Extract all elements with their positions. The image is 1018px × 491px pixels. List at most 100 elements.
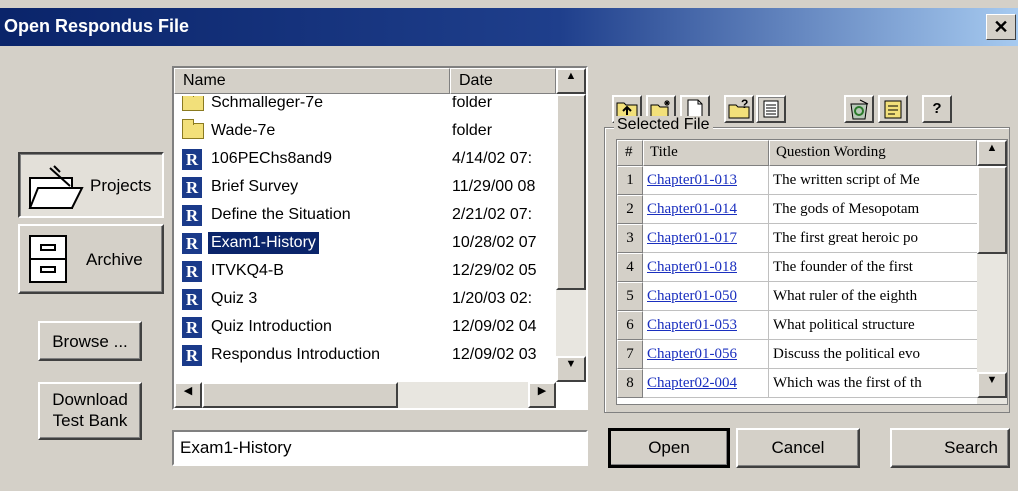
respondus-file-icon: R — [182, 149, 202, 170]
question-title-link[interactable]: Chapter01-053 — [643, 311, 769, 340]
grid-scroll-down-button[interactable]: ▼ — [977, 372, 1007, 398]
file-list-vscrollbar[interactable]: ▲ ▼ — [556, 68, 586, 382]
title-bar: Open Respondus File ✕ — [0, 8, 1018, 46]
properties-button[interactable] — [878, 95, 908, 123]
scroll-left-button[interactable]: ◀ — [174, 382, 202, 408]
file-name: Quiz Introduction — [211, 318, 332, 335]
projects-button[interactable]: Projects — [18, 152, 164, 218]
search-button[interactable]: Search — [890, 428, 1010, 468]
scroll-up-button[interactable]: ▲ — [556, 68, 586, 94]
close-button[interactable]: ✕ — [986, 14, 1016, 40]
file-name: Exam1-History — [208, 232, 319, 254]
folder-icon — [182, 119, 204, 139]
scroll-down-button[interactable]: ▼ — [556, 356, 586, 382]
file-row[interactable]: R Quiz 3 1/20/03 02: — [174, 288, 556, 310]
scroll-right-button[interactable]: ▶ — [528, 382, 556, 408]
file-row[interactable]: R ITVKQ4-B 12/29/02 05 — [174, 260, 556, 282]
file-row[interactable]: Wade-7e folder — [174, 119, 556, 142]
open-button[interactable]: Open — [608, 428, 730, 468]
respondus-file-icon: R — [182, 177, 202, 198]
recycle-button[interactable] — [844, 95, 874, 123]
file-list-hscrollbar[interactable]: ◀ ▶ — [174, 382, 556, 408]
selected-file-label: Selected File — [614, 116, 713, 134]
arrow-left-icon: ◀ — [183, 385, 193, 397]
file-date: 11/29/00 08 — [452, 178, 536, 195]
help-folder-icon: ? — [728, 97, 750, 119]
details-view-button[interactable] — [756, 95, 786, 123]
question-title-link[interactable]: Chapter01-050 — [643, 282, 769, 311]
question-title-link[interactable]: Chapter01-056 — [643, 340, 769, 369]
grid-header-wording[interactable]: Question Wording — [769, 140, 977, 166]
help-button[interactable]: ? — [922, 95, 952, 123]
file-date: 1/20/03 02: — [452, 290, 533, 307]
file-row[interactable]: R Quiz Introduction 12/09/02 04 — [174, 316, 556, 338]
file-date: 12/29/02 05 — [452, 262, 537, 279]
scroll-thumb[interactable] — [556, 94, 586, 290]
filename-input[interactable] — [172, 430, 588, 466]
grid-header-title[interactable]: Title — [643, 140, 769, 166]
question-row[interactable]: 8 Chapter02-004 Which was the first of th — [617, 369, 977, 398]
question-wording: What political structure — [769, 311, 977, 340]
cancel-label: Cancel — [771, 438, 825, 457]
cancel-button[interactable]: Cancel — [736, 428, 860, 468]
properties-icon — [884, 100, 902, 119]
file-name: Define the Situation — [211, 206, 351, 223]
download-test-bank-button[interactable]: Download Test Bank — [38, 382, 142, 440]
question-title-link[interactable]: Chapter01-013 — [643, 166, 769, 195]
question-wording: Which was the first of th — [769, 369, 977, 398]
question-row[interactable]: 3 Chapter01-017 The first great heroic po — [617, 224, 977, 253]
file-date: 12/09/02 03 — [452, 346, 537, 363]
recycle-icon — [850, 99, 869, 120]
file-row[interactable]: R Exam1-History 10/28/02 07 — [174, 232, 556, 254]
question-number: 6 — [617, 311, 643, 340]
arrow-down-icon: ▼ — [565, 358, 577, 370]
grid-header-num[interactable]: # — [617, 140, 643, 166]
respondus-file-icon: R — [182, 261, 202, 282]
browse-label: Browse ... — [52, 332, 128, 351]
browse-button[interactable]: Browse ... — [38, 321, 142, 361]
window-title: Open Respondus File — [4, 16, 190, 36]
question-row[interactable]: 1 Chapter01-013 The written script of Me — [617, 166, 977, 195]
projects-label: Projects — [90, 176, 152, 195]
hscroll-thumb[interactable] — [202, 382, 398, 408]
file-rows: Schmalleger-7e folder Wade-7e folder R 106PEC… — [174, 96, 556, 380]
respondus-file-icon: R — [182, 317, 202, 338]
question-row[interactable]: 2 Chapter01-014 The gods of Mesopotam — [617, 195, 977, 224]
question-number: 2 — [617, 195, 643, 224]
question-row[interactable]: 4 Chapter01-018 The founder of the first — [617, 253, 977, 282]
question-wording: The written script of Me — [769, 166, 977, 195]
question-wording: Discuss the political evo — [769, 340, 977, 369]
file-row[interactable]: R Brief Survey 11/29/00 08 — [174, 176, 556, 198]
question-number: 7 — [617, 340, 643, 369]
open-label: Open — [648, 438, 690, 457]
question-title-link[interactable]: Chapter01-017 — [643, 224, 769, 253]
grid-vscrollbar[interactable]: ▲ ▼ — [977, 140, 1007, 404]
column-header-date[interactable]: Date — [450, 68, 556, 94]
help-icon: ? — [932, 100, 942, 117]
question-title-link[interactable]: Chapter01-014 — [643, 195, 769, 224]
column-header-name[interactable]: Name — [174, 68, 450, 94]
grid-scroll-up-button[interactable]: ▲ — [977, 140, 1007, 166]
file-row[interactable]: R Define the Situation 2/21/02 07: — [174, 204, 556, 226]
question-title-link[interactable]: Chapter01-018 — [643, 253, 769, 282]
file-date: folder — [452, 96, 493, 111]
question-title-link[interactable]: Chapter02-004 — [643, 369, 769, 398]
question-row[interactable]: 5 Chapter01-050 What ruler of the eighth — [617, 282, 977, 311]
file-row[interactable]: R Respondus Introduction 12/09/02 03 — [174, 344, 556, 366]
grid-scroll-thumb[interactable] — [977, 166, 1007, 254]
file-row[interactable]: R 106PEChs8and9 4/14/02 07: — [174, 148, 556, 170]
respondus-file-icon: R — [182, 289, 202, 310]
question-row[interactable]: 7 Chapter01-056 Discuss the political evo — [617, 340, 977, 369]
question-row[interactable]: 6 Chapter01-053 What political structure — [617, 311, 977, 340]
question-grid[interactable]: # Title Question Wording 1 Chapter01-013 T… — [616, 139, 1008, 405]
file-list[interactable]: Name Date Schmalleger-7e folder Wade-7e fol… — [172, 66, 588, 410]
download-label-line2: Test Bank — [52, 411, 128, 430]
file-date: 10/28/02 07 — [452, 234, 537, 251]
help-folder-button[interactable]: ? — [724, 95, 754, 123]
file-date: folder — [452, 122, 493, 139]
file-row[interactable]: Schmalleger-7e folder — [174, 96, 556, 114]
folder-icon — [182, 96, 204, 111]
archive-button[interactable]: Archive — [18, 224, 164, 294]
arrow-up-icon: ▲ — [986, 142, 998, 154]
arrow-up-icon: ▲ — [565, 70, 577, 82]
